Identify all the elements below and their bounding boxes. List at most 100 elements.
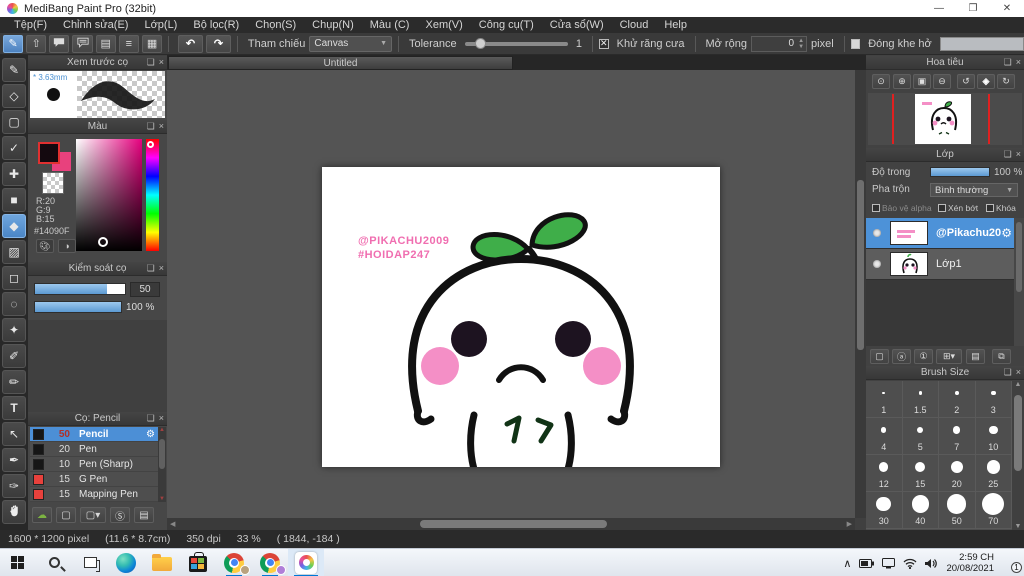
select-eraser-tool[interactable]: ✏: [2, 370, 26, 394]
menu-cloud[interactable]: Cloud: [612, 17, 657, 33]
bucket-tool[interactable]: ◆: [2, 214, 26, 238]
scrollbar-thumb[interactable]: [1014, 395, 1022, 471]
document-button[interactable]: ▤: [95, 34, 116, 53]
store-taskbar-item[interactable]: [180, 549, 216, 576]
reference-select[interactable]: Canvas ▼: [309, 35, 392, 52]
brush-size-option[interactable]: 70: [975, 492, 1012, 529]
start-button[interactable]: [0, 549, 36, 576]
palette-button[interactable]: 🎨︎: [36, 239, 54, 253]
brush-size-option[interactable]: 5: [902, 418, 939, 455]
brush-settings-gear-icon[interactable]: ⚙: [146, 429, 155, 440]
brush-size-option[interactable]: 2: [939, 381, 976, 418]
wifi-icon[interactable]: [903, 558, 917, 569]
sv-selector-ring[interactable]: [98, 237, 108, 247]
chrome-taskbar-item-1[interactable]: [216, 549, 252, 576]
redo-button[interactable]: ↷: [205, 34, 231, 53]
brush-list-scrollbar[interactable]: ▲ ▼: [158, 427, 166, 502]
brush-tool[interactable]: ✎: [2, 58, 26, 82]
close-gap-checkbox[interactable]: [850, 38, 861, 49]
zoom-in-button[interactable]: ⊕: [893, 74, 911, 89]
layer-visibility-toggle[interactable]: [873, 260, 881, 268]
text-tool[interactable]: T: [2, 396, 26, 420]
display-tray-icon[interactable]: [882, 557, 896, 569]
brush-row-pen-sharp[interactable]: 10 Pen (Sharp): [30, 457, 158, 472]
dropper-tool[interactable]: ✑: [2, 474, 26, 498]
brush-size-scrollbar[interactable]: ▲ ▼: [1012, 381, 1024, 530]
taskbar-search-button[interactable]: [36, 549, 72, 576]
minimize-button[interactable]: —: [922, 0, 956, 17]
popout-icon[interactable]: ❏: [1004, 57, 1012, 68]
brush-size-option[interactable]: 50: [939, 492, 976, 529]
hidden-icons-chevron[interactable]: ∧: [843, 557, 851, 570]
brush-size-option[interactable]: 4: [866, 418, 903, 455]
volume-icon[interactable]: [925, 558, 938, 569]
foreground-color-swatch[interactable]: [38, 142, 60, 164]
brush-size-option[interactable]: 20: [939, 455, 976, 492]
operation-tool[interactable]: ↖: [2, 422, 26, 446]
scrollbar-thumb[interactable]: [857, 180, 864, 350]
menu-help[interactable]: Help: [656, 17, 695, 33]
brush-opacity-slider[interactable]: [34, 301, 122, 313]
add-8bit-layer-button[interactable]: ⓐ: [892, 349, 911, 364]
scroll-right-icon[interactable]: ▶: [844, 520, 855, 528]
reset-view-button[interactable]: ◈: [977, 74, 995, 89]
add-folder-button[interactable]: ▤: [966, 349, 985, 364]
scroll-up-icon[interactable]: ▲: [1012, 381, 1024, 388]
shape-tool[interactable]: ▢: [2, 110, 26, 134]
layer-opacity-slider[interactable]: [930, 167, 990, 177]
restore-button[interactable]: ❐: [956, 0, 990, 17]
saturation-value-picker[interactable]: [76, 139, 142, 251]
select-pen-tool[interactable]: ✐: [2, 344, 26, 368]
battery-icon[interactable]: [859, 558, 875, 568]
tolerance-slider[interactable]: [464, 37, 568, 49]
layer-settings-gear-icon[interactable]: ⚙: [1001, 226, 1012, 240]
add-layer-menu-button[interactable]: ⊞▾: [936, 349, 962, 364]
brush-row-pencil[interactable]: 50 Pencil ⚙: [30, 427, 158, 442]
brush-size-option[interactable]: 3: [975, 381, 1012, 418]
document-tab[interactable]: Untitled: [168, 56, 513, 70]
material-grid-button[interactable]: ▦: [141, 34, 163, 53]
brush-size-option[interactable]: 10: [975, 418, 1012, 455]
brush-size-option[interactable]: 25: [975, 455, 1012, 492]
scrollbar-thumb[interactable]: [159, 439, 165, 469]
brush-size-slider[interactable]: [34, 283, 126, 295]
fill-rect-tool[interactable]: ■: [2, 188, 26, 212]
canvas-viewport[interactable]: @PIKACHU2009 #HOIDAP247: [167, 70, 855, 518]
clipping-checkbox[interactable]: Xén bớt: [938, 203, 978, 213]
popout-icon[interactable]: ❏: [1004, 367, 1012, 378]
popout-icon[interactable]: ❏: [147, 263, 155, 274]
scroll-left-icon[interactable]: ◀: [167, 520, 178, 528]
canvas-horizontal-scrollbar[interactable]: ◀ ▶: [167, 518, 855, 530]
add-layer-button[interactable]: ▢: [870, 349, 889, 364]
scroll-up-icon[interactable]: ▲: [158, 427, 166, 433]
layer-visibility-toggle[interactable]: [873, 229, 881, 237]
tolerance-slider-knob[interactable]: [474, 37, 486, 49]
control-point-tool[interactable]: ✓: [2, 136, 26, 160]
brush-size-option[interactable]: 40: [902, 492, 939, 529]
menu-select[interactable]: Chọn(S): [247, 17, 304, 33]
task-view-button[interactable]: [72, 549, 108, 576]
drawing-canvas[interactable]: @PIKACHU2009 #HOIDAP247: [322, 167, 720, 473]
publish-button[interactable]: ⇧: [26, 34, 47, 53]
new-brush-button[interactable]: ▢: [56, 507, 76, 523]
antialias-checkbox[interactable]: ✕: [598, 38, 609, 49]
brush-size-option[interactable]: 7: [939, 418, 976, 455]
select-tool[interactable]: ◻: [2, 266, 26, 290]
brush-size-option[interactable]: 1: [866, 381, 903, 418]
rotate-cw-button[interactable]: ↻: [997, 74, 1015, 89]
hue-slider[interactable]: [146, 139, 159, 251]
edge-taskbar-item[interactable]: [108, 549, 144, 576]
popout-icon[interactable]: ❏: [147, 413, 155, 424]
gradient-tool[interactable]: ▨: [2, 240, 26, 264]
navigator-preview[interactable]: [868, 93, 1022, 145]
layer-list-scrollbar[interactable]: [1014, 218, 1024, 346]
comment-button[interactable]: [49, 34, 70, 53]
move-tool[interactable]: ✚: [2, 162, 26, 186]
alpha-lock-checkbox[interactable]: Bảo vệ alpha: [872, 203, 932, 213]
color-options-button[interactable]: ◑: [58, 239, 76, 253]
menu-file[interactable]: Tệp(F): [6, 17, 55, 33]
expand-spinner[interactable]: 0 ▲ ▼: [750, 35, 808, 52]
popout-icon[interactable]: ❏: [147, 57, 155, 68]
brush-mode-button[interactable]: ✎: [3, 34, 24, 53]
layer-blend-select[interactable]: Bình thường ▼: [930, 183, 1018, 197]
